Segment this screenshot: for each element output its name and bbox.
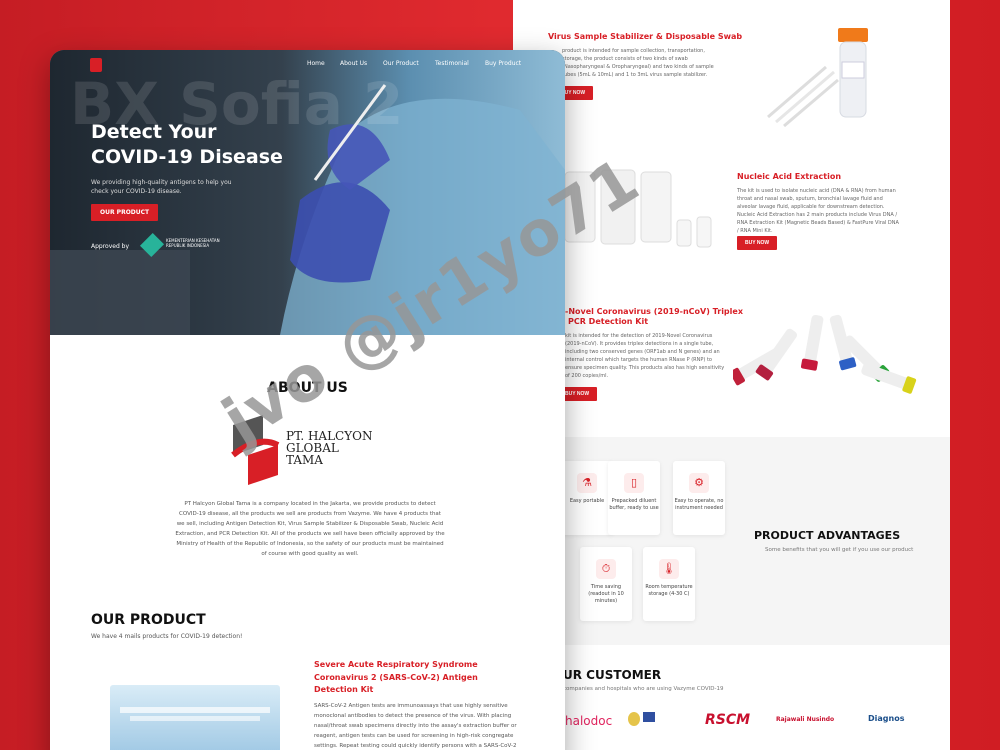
nav-testimonial[interactable]: Testimonial	[435, 60, 469, 67]
swab-text: product is intended for sample collectio…	[562, 48, 714, 78]
nav-home[interactable]: Home	[307, 60, 325, 67]
gear-icon: ⚙	[689, 473, 709, 493]
halcyon-logo-text: PT. HALCYON GLOBAL TAMA	[286, 429, 373, 467]
back-page: Virus Sample Stabilizer & Disposable Swa…	[513, 0, 950, 750]
flask-icon: ⚗	[577, 473, 597, 493]
customer-logo-halodoc: halodoc	[565, 714, 613, 728]
navbar: Home About Us Our Product Testimonial Bu…	[50, 58, 565, 76]
pcr-title-2: PCR Detection Kit	[568, 317, 649, 326]
pcr-title-1: -Novel Coronavirus (2019-nCoV) Triplex	[565, 307, 743, 316]
customer-subtitle: companies and hospitals who are using Va…	[563, 686, 724, 692]
about-text: PT Halcyon Global Tama is a company loca…	[175, 501, 445, 557]
sars-text: SARS-CoV-2 Antigen tests are immunoassay…	[314, 703, 517, 749]
advantage-card: ⚙ Easy to operate, no instrument needed	[673, 461, 725, 535]
customer-logo-rajawali: Rajawali Nusindo	[776, 716, 835, 723]
nucleic-text: The kit is used to isolate nucleic acid …	[737, 188, 899, 234]
sars-title: Severe Acute Respiratory Syndrome Corona…	[314, 660, 478, 694]
product-title: OUR PRODUCT	[91, 612, 206, 628]
advantage-card: 🌡 Room temperature storage (4-30 C)	[643, 547, 695, 621]
swab-product-image	[767, 28, 868, 128]
advantage-card: ⏱ Time saving (readout in 10 minutes)	[580, 547, 632, 621]
logo-icon[interactable]	[90, 58, 102, 72]
advantages-title: PRODUCT ADVANTAGES	[754, 529, 901, 542]
hero-subtitle: We providing high-quality antigens to he…	[91, 179, 232, 195]
our-product-button[interactable]: OUR PRODUCT	[91, 204, 159, 221]
nucleic-buy-button[interactable]: BUY NOW	[737, 236, 778, 250]
nav-our-product[interactable]: Our Product	[383, 60, 419, 67]
approver-name: KEMENTERIAN KESEHATAN REPUBLIK INDONESIA	[166, 238, 220, 248]
product-subtitle: We have 4 mails products for COVID-19 de…	[91, 633, 243, 640]
thermometer-icon: 🌡	[659, 559, 679, 579]
advantage-card: ⚗ Easy portable	[561, 461, 613, 535]
hero-title: Detect Your COVID-19 Disease	[91, 121, 283, 168]
pcr-text: kit is intended for the detection of 201…	[565, 333, 725, 379]
nav-about-us[interactable]: About Us	[340, 60, 367, 67]
approved-by-label: Approved by	[91, 243, 130, 250]
advantage-card: ▯ Prepacked diluent buffer, ready to use	[608, 461, 660, 535]
nucleic-title: Nucleic Acid Extraction	[737, 172, 842, 181]
antigen-kit-box-image	[110, 685, 280, 750]
customer-logo-rscm: RSCM	[705, 712, 751, 728]
advantages-section: ⚗ Easy portable ▯ Prepacked diluent buff…	[513, 437, 950, 645]
pcr-tubes-image	[733, 314, 917, 394]
customer-title: UR CUSTOMER	[563, 668, 662, 682]
buffer-icon: ▯	[624, 473, 644, 493]
advantages-subtitle: Some benefits that you will get if you u…	[765, 547, 914, 553]
swab-title: Virus Sample Stabilizer & Disposable Swa…	[548, 32, 743, 41]
nav-buy-product[interactable]: Buy Product	[485, 60, 521, 67]
customer-logo-group	[628, 712, 698, 732]
timer-icon: ⏱	[596, 559, 616, 579]
customer-logo-diagnos: Diagnos	[868, 714, 905, 723]
